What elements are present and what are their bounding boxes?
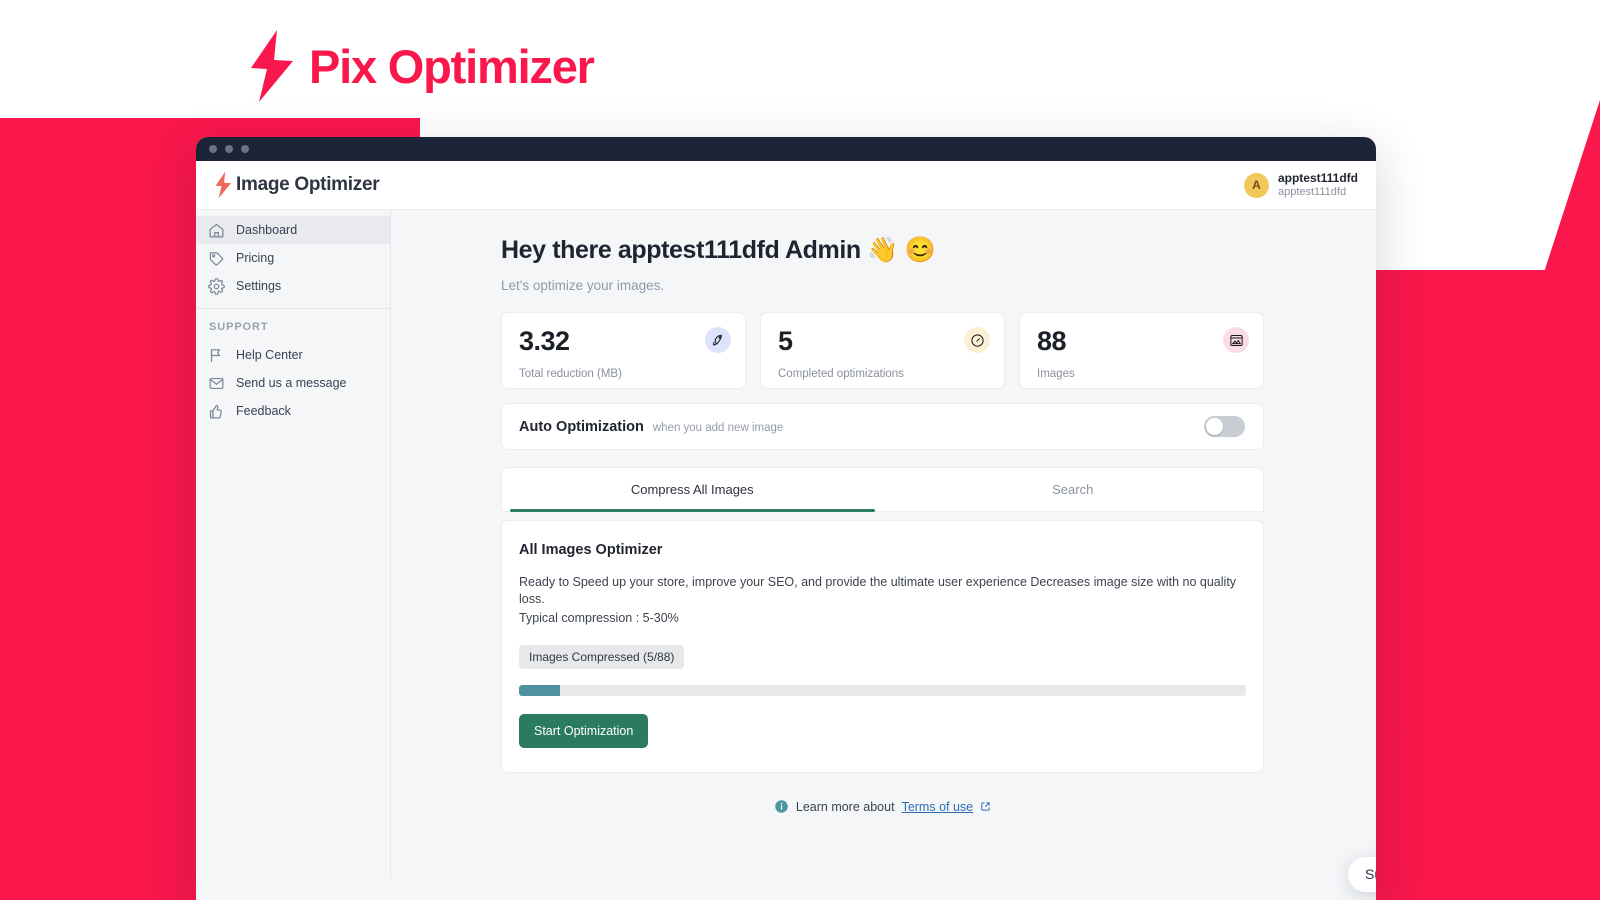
sidebar-item-label: Dashboard xyxy=(236,223,298,237)
chat-support-pill[interactable]: Support Team 👋 xyxy=(1348,857,1376,892)
main-content: Hey there apptest111dfd Admin 👋 😊 Let's … xyxy=(391,210,1376,900)
account-info: apptest111dfd apptest111dfd xyxy=(1278,171,1358,200)
window-close-dot[interactable] xyxy=(209,145,217,153)
account-name: apptest111dfd xyxy=(1277,170,1358,185)
sidebar-group-title-support: SUPPORT xyxy=(209,321,269,333)
sidebar-item-label: Feedback xyxy=(236,404,291,418)
stat-value: 88 xyxy=(1037,326,1067,356)
home-icon xyxy=(209,223,224,237)
info-circle-icon xyxy=(775,800,788,813)
footer-text: Learn more about xyxy=(795,799,895,814)
progress-fill xyxy=(519,685,561,696)
account-subtitle: apptest111dfd xyxy=(1277,185,1347,198)
thumbs-up-icon xyxy=(209,404,222,418)
start-optimization-button[interactable]: Start Optimization xyxy=(519,714,649,748)
sidebar-item-label: Help Center xyxy=(236,348,303,362)
stat-value: 3.32 xyxy=(519,326,570,356)
page-subtitle: Let's optimize your images. xyxy=(501,278,665,293)
stat-icon-wrapper xyxy=(964,327,990,353)
stat-card-completed-optimizations: 5 Completed optimizations xyxy=(760,312,1005,389)
sidebar-item-label: Settings xyxy=(236,279,282,293)
sidebar-item-pricing[interactable]: Pricing xyxy=(196,244,390,272)
sidebar-item-label: Pricing xyxy=(236,251,275,265)
sidebar: Dashboard Pricing Settings SUPPORT Help … xyxy=(196,210,391,878)
tab-bar: Compress All Images Search xyxy=(501,467,1264,512)
compression-progress-bar xyxy=(519,685,1246,696)
images-compressed-badge: Images Compressed (5/88) xyxy=(519,645,685,669)
stat-icon-wrapper xyxy=(705,327,731,353)
tab-compress-all-images[interactable]: Compress All Images xyxy=(502,468,883,512)
tag-icon xyxy=(209,251,224,266)
tab-search[interactable]: Search xyxy=(883,468,1264,511)
gauge-icon xyxy=(970,333,984,347)
browser-window: Image Optimizer A apptest111dfd apptest1… xyxy=(196,137,1376,900)
rocket-icon xyxy=(712,334,722,345)
page-title: Hey there apptest111dfd Admin 👋 😊 xyxy=(501,236,936,264)
brand-name: Pix Optimizer xyxy=(309,39,595,93)
panel-title: All Images Optimizer xyxy=(519,542,663,558)
brand-heading: Pix Optimizer xyxy=(243,28,595,104)
window-maximize-dot[interactable] xyxy=(241,145,249,153)
lightning-bolt-icon xyxy=(251,30,293,102)
sidebar-item-feedback[interactable]: Feedback xyxy=(196,397,390,425)
window-titlebar xyxy=(196,137,1376,161)
external-link-icon xyxy=(981,802,990,811)
stat-card-images: 88 Images xyxy=(1019,312,1264,389)
sidebar-item-help-center[interactable]: Help Center xyxy=(196,341,390,369)
sidebar-item-label: Send us a message xyxy=(236,376,347,390)
app-logo-group[interactable]: Image Optimizer xyxy=(212,171,380,199)
envelope-icon xyxy=(209,377,224,389)
auto-optimization-labels: Auto Optimization when you add new image xyxy=(519,419,783,435)
auto-optimization-row: Auto Optimization when you add new image xyxy=(501,403,1264,450)
stat-label: Completed optimizations xyxy=(778,368,904,380)
flag-icon xyxy=(210,348,221,362)
auto-optimization-subtitle: when you add new image xyxy=(652,421,784,434)
stat-value: 5 xyxy=(778,326,793,356)
sidebar-item-dashboard[interactable]: Dashboard xyxy=(196,216,390,244)
stat-label: Total reduction (MB) xyxy=(519,368,622,380)
terms-of-use-link[interactable]: Terms of use xyxy=(902,800,974,814)
account-menu[interactable]: A apptest111dfd apptest111dfd xyxy=(1243,171,1358,200)
image-icon xyxy=(1229,334,1243,346)
tab-label: Compress All Images xyxy=(630,482,754,497)
auto-optimization-toggle[interactable] xyxy=(1204,416,1245,437)
app-header: Image Optimizer A apptest111dfd apptest1… xyxy=(196,161,1376,210)
stats-row: 3.32 Total reduction (MB) 5 Completed op… xyxy=(501,312,1264,389)
auto-optimization-title: Auto Optimization xyxy=(519,418,644,435)
window-body: Dashboard Pricing Settings SUPPORT Help … xyxy=(196,210,1376,900)
all-images-optimizer-panel: All Images Optimizer Ready to Speed up y… xyxy=(501,520,1264,773)
footer-terms: Learn more about Terms of use xyxy=(501,799,1264,814)
content-wrapper: 3.32 Total reduction (MB) 5 Completed op… xyxy=(501,312,1264,814)
gear-icon xyxy=(208,277,225,295)
window-minimize-dot[interactable] xyxy=(225,145,233,153)
tab-label: Search xyxy=(1052,482,1094,497)
toggle-knob xyxy=(1206,418,1223,435)
stat-card-total-reduction: 3.32 Total reduction (MB) xyxy=(501,312,746,389)
stat-label: Images xyxy=(1037,368,1075,380)
avatar: A xyxy=(1243,172,1269,198)
sidebar-item-send-message[interactable]: Send us a message xyxy=(196,369,390,397)
stat-icon-wrapper xyxy=(1223,327,1249,353)
app-title: Image Optimizer xyxy=(236,174,380,195)
sidebar-item-settings[interactable]: Settings xyxy=(196,272,390,300)
lightning-bolt-icon xyxy=(215,171,232,199)
panel-description-line1: Ready to Speed up your store, improve yo… xyxy=(519,575,1237,606)
panel-description-line2: Typical compression : 5-30% xyxy=(519,611,679,625)
